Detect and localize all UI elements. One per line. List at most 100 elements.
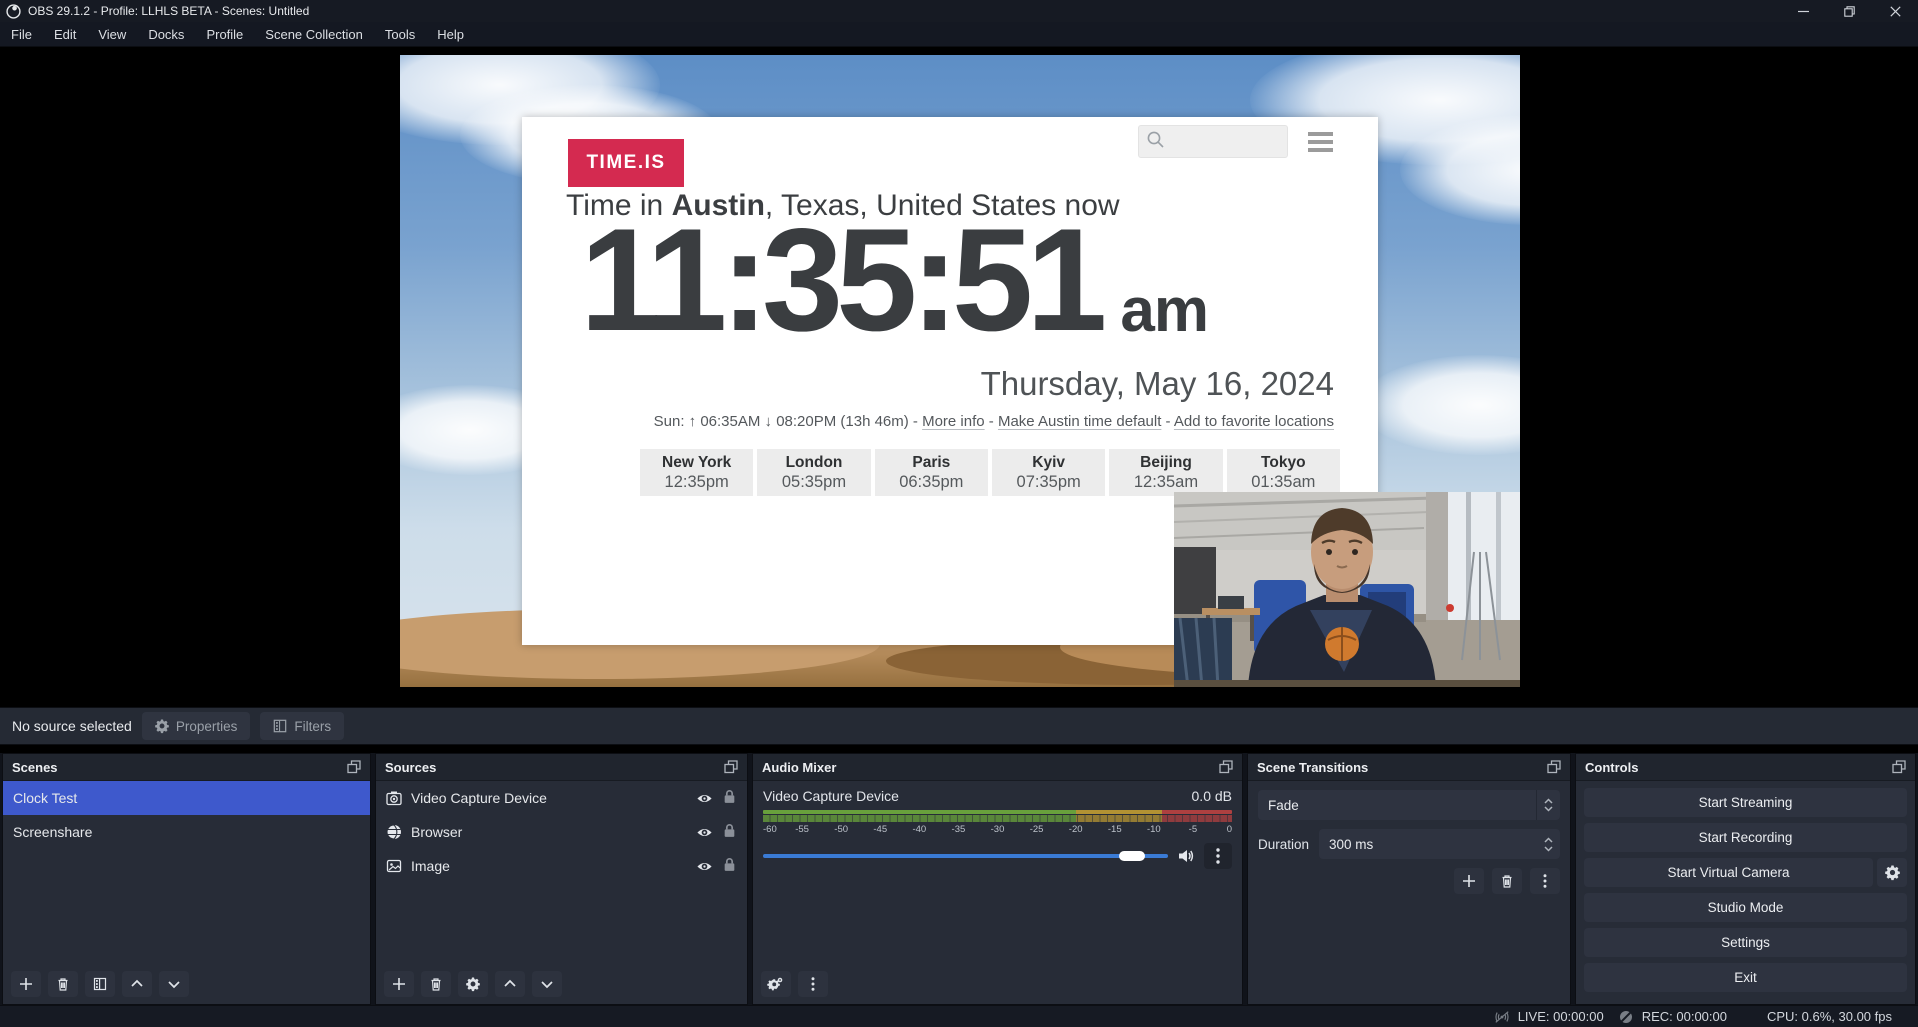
volume-slider[interactable] (763, 847, 1168, 865)
tick-label: -60 (763, 824, 777, 835)
control-button[interactable]: Start Recording (1584, 823, 1907, 852)
source-item[interactable]: Image (376, 849, 747, 883)
tick-label: -25 (1030, 824, 1044, 835)
lock-icon[interactable] (722, 823, 737, 841)
duration-spinbox[interactable]: 300 ms (1319, 829, 1560, 859)
menu-item[interactable]: Tools (374, 22, 426, 47)
control-row: Start Streaming (1584, 788, 1907, 817)
lock-icon[interactable] (722, 857, 737, 875)
timeis-search-box (1138, 125, 1288, 158)
cloud (1360, 355, 1520, 455)
transition-menu-button[interactable] (1530, 868, 1560, 894)
dock-popout-icon[interactable] (1219, 760, 1233, 774)
visibility-eye-icon[interactable] (696, 858, 713, 875)
controls-buttons: Start Streaming Start Recording Start Vi… (1576, 781, 1915, 999)
dock-popout-icon[interactable] (1892, 760, 1906, 774)
world-clock-cell: Kyiv 07:35pm (992, 449, 1105, 496)
scene-item[interactable]: Screenshare (3, 815, 370, 849)
properties-button[interactable]: Properties (142, 712, 251, 740)
scene-item[interactable]: Clock Test (3, 781, 370, 815)
rec-timer: REC: 00:00:00 (1642, 1009, 1727, 1024)
gear-icon (466, 977, 480, 991)
hamburger-menu-icon (1308, 132, 1333, 152)
add-transition-button[interactable] (1454, 868, 1484, 894)
world-clock-cell: Tokyo 01:35am (1227, 449, 1340, 496)
control-row: Start Virtual Camera (1584, 858, 1907, 887)
meter-tick-labels: -60-55-50-45-40-35-30-25-20-15-10-50 (763, 823, 1232, 837)
source-item[interactable]: Browser (376, 815, 747, 849)
controls-title: Controls (1585, 760, 1638, 775)
city-time: 06:35pm (875, 473, 988, 492)
speaker-icon[interactable] (1177, 847, 1195, 865)
control-button[interactable]: Start Virtual Camera (1584, 858, 1873, 887)
move-source-up-button[interactable] (495, 971, 525, 997)
cpu-fps-stats: CPU: 0.6%, 30.00 fps (1767, 1009, 1892, 1024)
city-time: 05:35pm (757, 473, 870, 492)
spin-down-icon (1544, 846, 1553, 852)
source-properties-button[interactable] (458, 971, 488, 997)
dock-popout-icon[interactable] (1547, 760, 1561, 774)
control-button[interactable]: Studio Mode (1584, 893, 1907, 922)
control-row: Exit (1584, 963, 1907, 992)
control-button[interactable]: Exit (1584, 963, 1907, 992)
visibility-eye-icon[interactable] (696, 824, 713, 841)
menu-item[interactable]: Edit (43, 22, 87, 47)
visibility-eye-icon[interactable] (696, 790, 713, 807)
mixer-menu-button[interactable] (798, 971, 828, 997)
preview-canvas[interactable]: TIME.IS Time in Austin, Texas, United St… (400, 55, 1520, 687)
scene-transitions-panel: Scene Transitions Fade Duration (1247, 753, 1571, 1005)
city-name: Kyiv (992, 454, 1105, 472)
move-source-down-button[interactable] (532, 971, 562, 997)
advanced-audio-button[interactable] (761, 971, 791, 997)
volume-slider-handle[interactable] (1119, 851, 1145, 861)
city-name: Paris (875, 454, 988, 472)
minimize-button[interactable] (1780, 0, 1826, 22)
remove-source-button[interactable] (421, 971, 451, 997)
menu-item[interactable]: Help (426, 22, 475, 47)
globe-icon (386, 824, 402, 840)
stream-inactive-icon (1494, 1010, 1510, 1024)
world-clock-cell: New York 12:35pm (640, 449, 753, 496)
volume-meter-scale (763, 815, 1232, 822)
move-scene-down-button[interactable] (159, 971, 189, 997)
control-button[interactable]: Start Streaming (1584, 788, 1907, 817)
menu-item[interactable]: Profile (195, 22, 254, 47)
scene-filters-button[interactable] (85, 971, 115, 997)
menu-item[interactable]: Docks (137, 22, 195, 47)
city-time: 07:35pm (992, 473, 1105, 492)
add-scene-button[interactable] (11, 971, 41, 997)
virtual-camera-config-button[interactable] (1877, 858, 1907, 887)
record-inactive-icon (1618, 1010, 1634, 1024)
tick-label: -30 (991, 824, 1005, 835)
dock-popout-icon[interactable] (347, 760, 361, 774)
move-scene-up-button[interactable] (122, 971, 152, 997)
dock-popout-icon[interactable] (724, 760, 738, 774)
source-item[interactable]: Video Capture Device (376, 781, 747, 815)
image-icon (386, 858, 402, 874)
obs-window: OBS 29.1.2 - Profile: LLHLS BETA - Scene… (0, 0, 1918, 1027)
city-time: 01:35am (1227, 473, 1340, 492)
scenes-panel: Scenes Clock TestScreenshare (2, 753, 371, 1005)
audio-mixer-panel: Audio Mixer Video Capture Device 0.0 dB … (752, 753, 1243, 1005)
menu-item[interactable]: View (87, 22, 137, 47)
preview-background: TIME.IS Time in Austin, Texas, United St… (0, 47, 1918, 707)
menu-item[interactable]: Scene Collection (254, 22, 374, 47)
sun-info-segment: - (985, 413, 998, 430)
tick-label: -5 (1189, 824, 1197, 835)
menu-item[interactable]: File (0, 22, 43, 47)
title-bar: OBS 29.1.2 - Profile: LLHLS BETA - Scene… (0, 0, 1918, 22)
close-button[interactable] (1872, 0, 1918, 22)
channel-menu-button[interactable] (1204, 843, 1232, 869)
lock-icon[interactable] (722, 789, 737, 807)
remove-transition-button[interactable] (1492, 868, 1522, 894)
filters-button[interactable]: Filters (260, 712, 344, 740)
add-source-button[interactable] (384, 971, 414, 997)
channel-level: 0.0 dB (1192, 788, 1232, 804)
video-capture-source[interactable] (1174, 492, 1520, 687)
tick-label: -15 (1108, 824, 1122, 835)
remove-scene-button[interactable] (48, 971, 78, 997)
transition-select[interactable]: Fade (1258, 790, 1560, 820)
control-button[interactable]: Settings (1584, 928, 1907, 957)
restore-button[interactable] (1826, 0, 1872, 22)
select-arrows-icon (1536, 790, 1560, 820)
